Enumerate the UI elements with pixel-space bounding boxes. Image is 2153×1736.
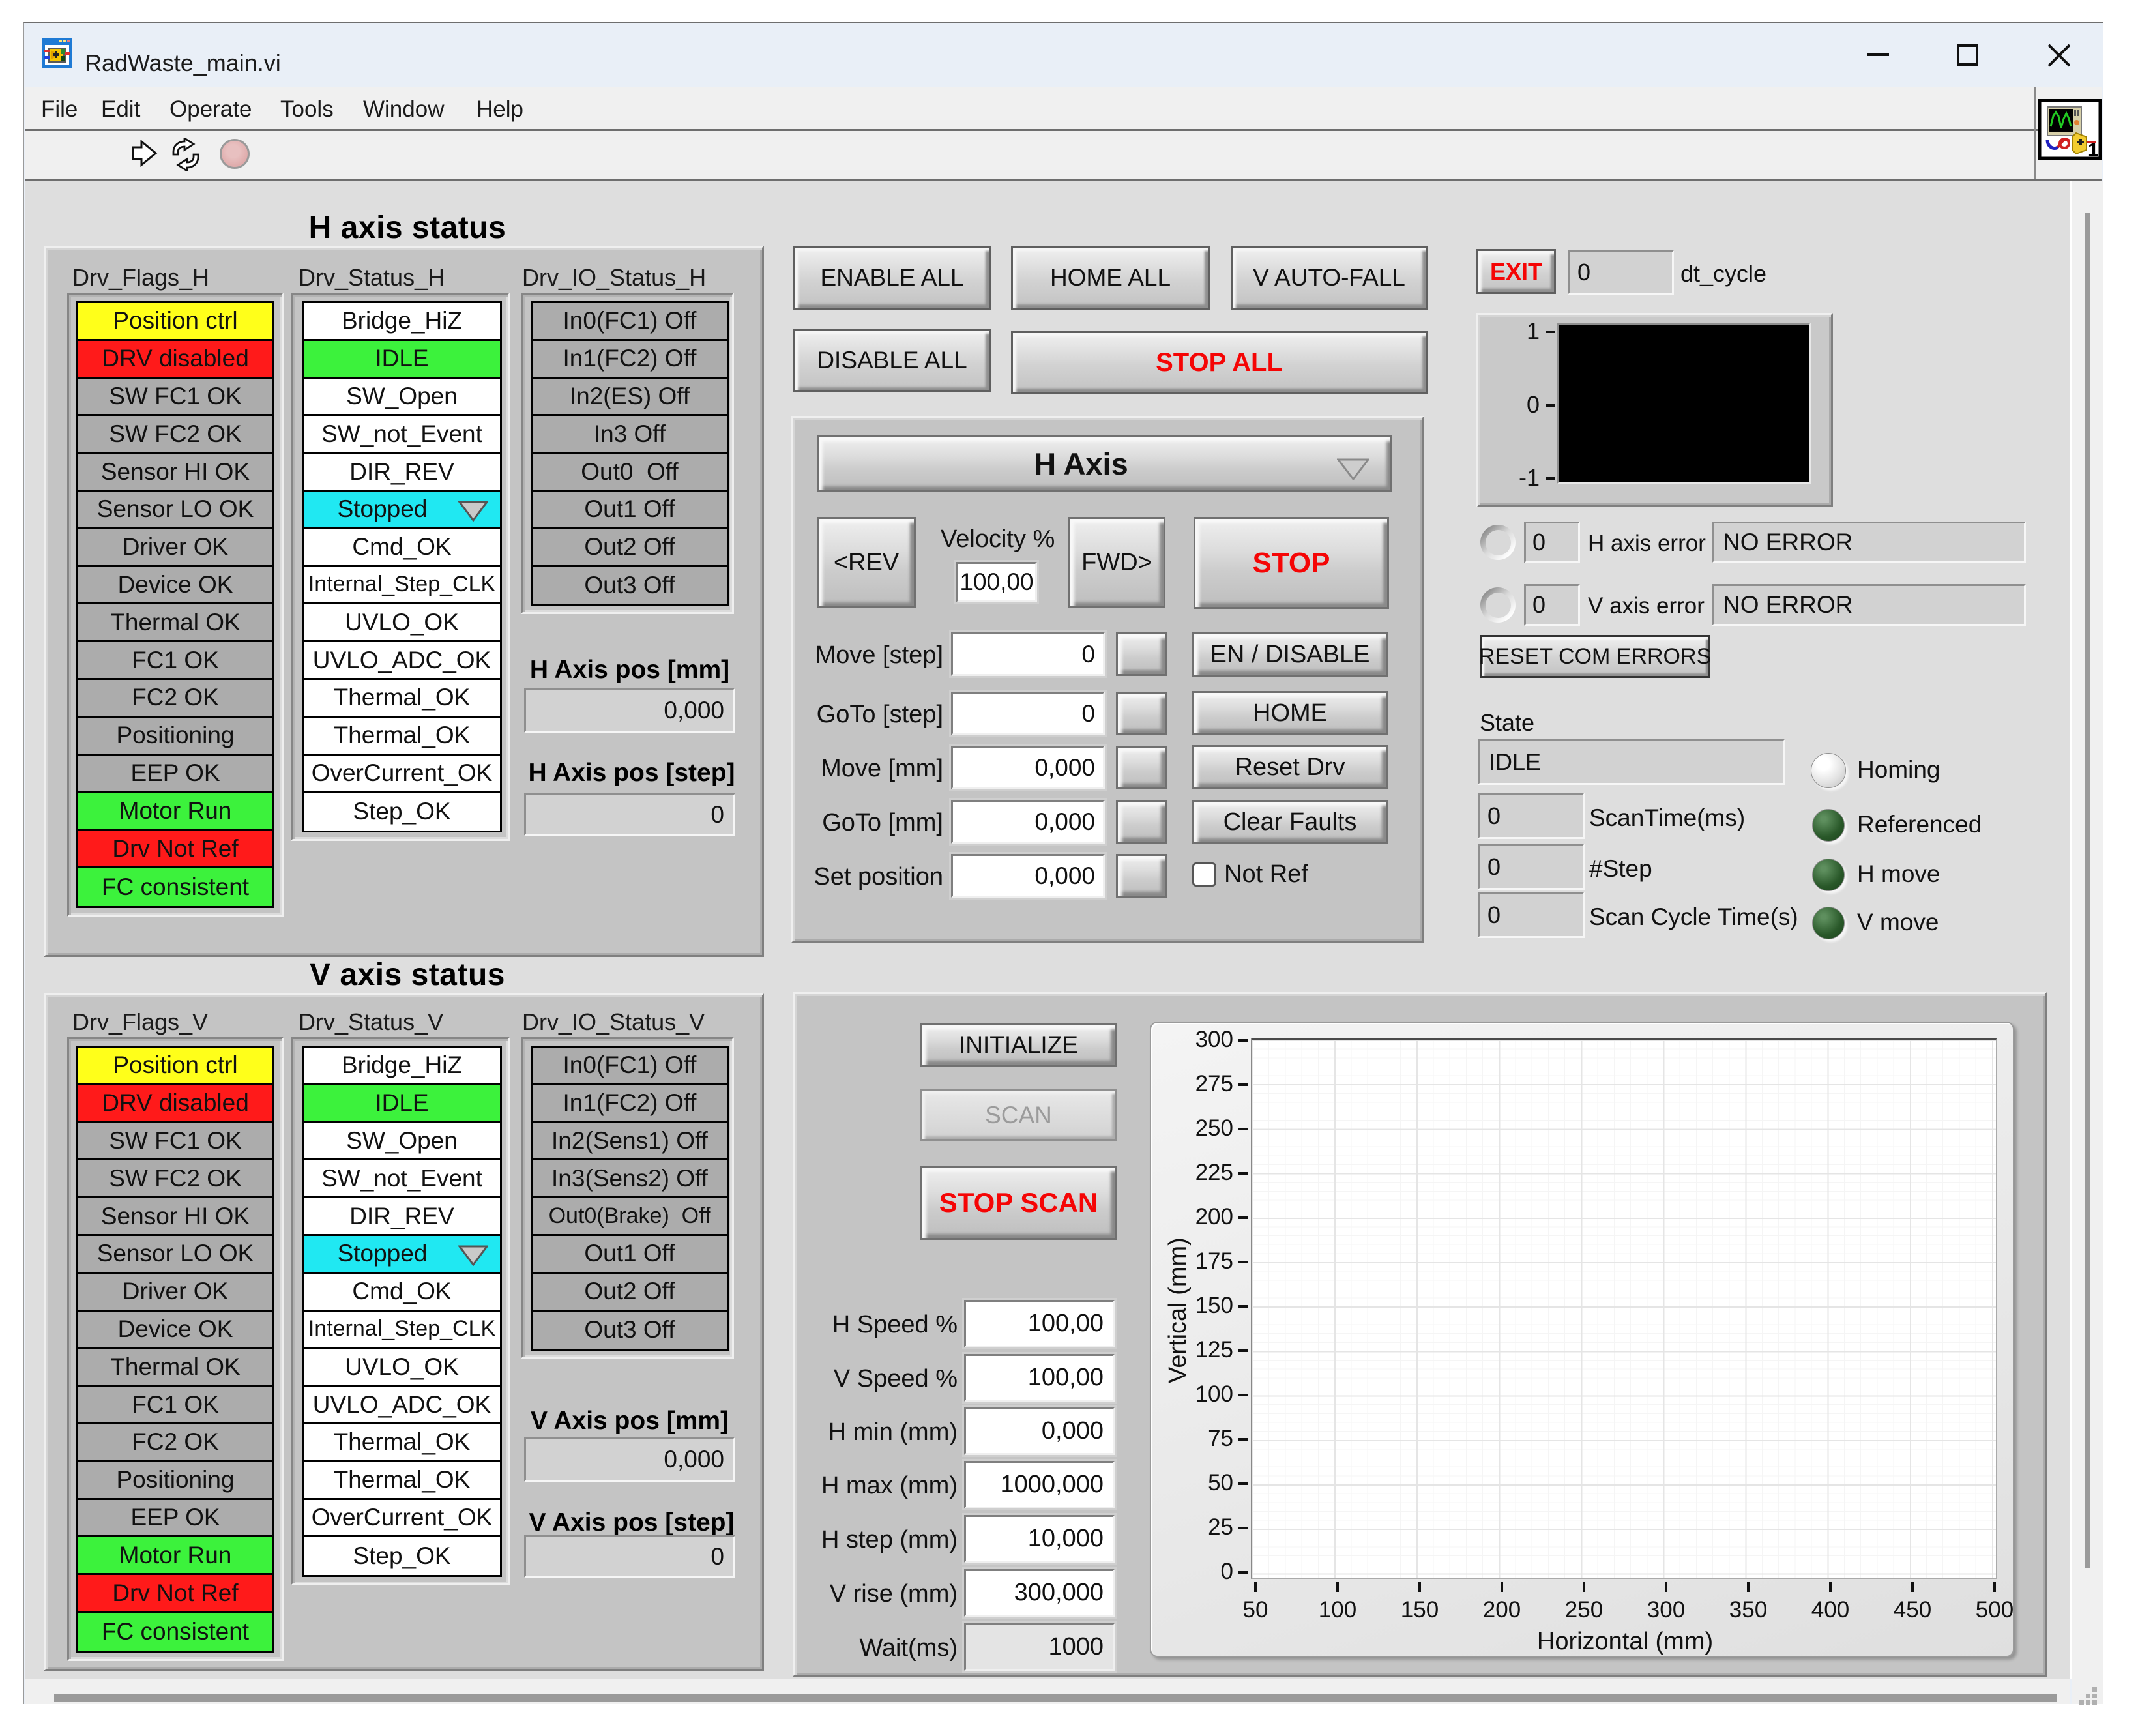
svg-text:1: 1 bbox=[2088, 140, 2099, 160]
